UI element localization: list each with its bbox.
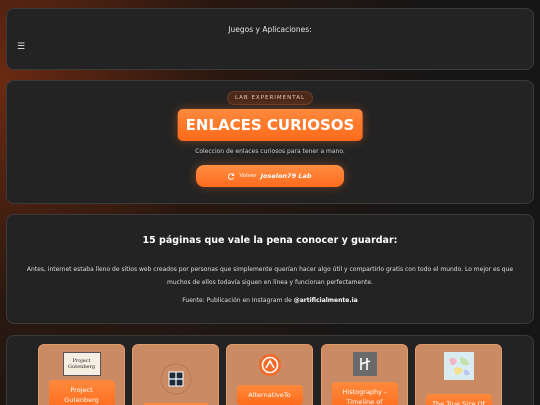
back-button[interactable]: Volver Joselon79 Lab [196,165,344,187]
card-label: Project Gutenberg [48,380,115,405]
link-card-project-gutenberg[interactable]: Project Gutenberg Project Gutenberg [38,344,125,405]
map-icon [443,352,474,380]
link-card-true-size[interactable]: The True Size Of [415,344,502,405]
page-section-title: Juegos y Aplicaciones: [228,25,312,34]
intro-panel: 15 páginas que vale la pena conocer y gu… [6,214,534,324]
back-button-brand: Joselon79 Lab [260,172,312,180]
card-label: The True Size Of [425,394,492,405]
back-button-label: Volver [239,173,257,179]
gutenberg-logo-text: Project Gutenberg [67,358,96,370]
alternativeto-logo-icon [257,352,283,378]
top-bar: Juegos y Aplicaciones: ☰ [6,8,534,70]
intro-heading: 15 páginas que vale la pena conocer y gu… [142,235,398,246]
link-card-histography[interactable]: Histography - Timeline of [321,344,408,405]
hero-panel: LAB EXPERIMENTAL ENLACES CURIOSOS Colecc… [6,80,534,204]
hamburger-menu-icon[interactable]: ☰ [17,43,25,52]
card-label: AlternativeTo [236,385,303,405]
histography-logo-icon [352,352,377,376]
page-subtitle: Coleccion de enlaces curiosos para tener… [195,148,345,155]
gutenberg-logo-icon: Project Gutenberg [62,352,101,376]
window-icon [156,359,196,399]
lab-badge: LAB EXPERIMENTAL [226,91,314,105]
link-card-window-swap[interactable]: window-swap [132,344,219,405]
card-label: Histography - Timeline of [331,382,398,405]
source-handle-link[interactable]: @artificialmente.ia [294,297,358,304]
intro-source: Fuente: Publicación en Instagram de @art… [7,297,533,304]
intro-body: Antes, internet estaba lleno de sitios w… [26,266,514,286]
links-panel: Project Gutenberg Project Gutenberg wind… [6,335,534,405]
source-prefix: Fuente: Publicación en Instagram de [182,297,294,304]
link-card-alternativeto[interactable]: AlternativeTo [226,344,313,405]
back-arrow-icon [228,172,235,180]
page-title: ENLACES CURIOSOS [177,109,363,141]
